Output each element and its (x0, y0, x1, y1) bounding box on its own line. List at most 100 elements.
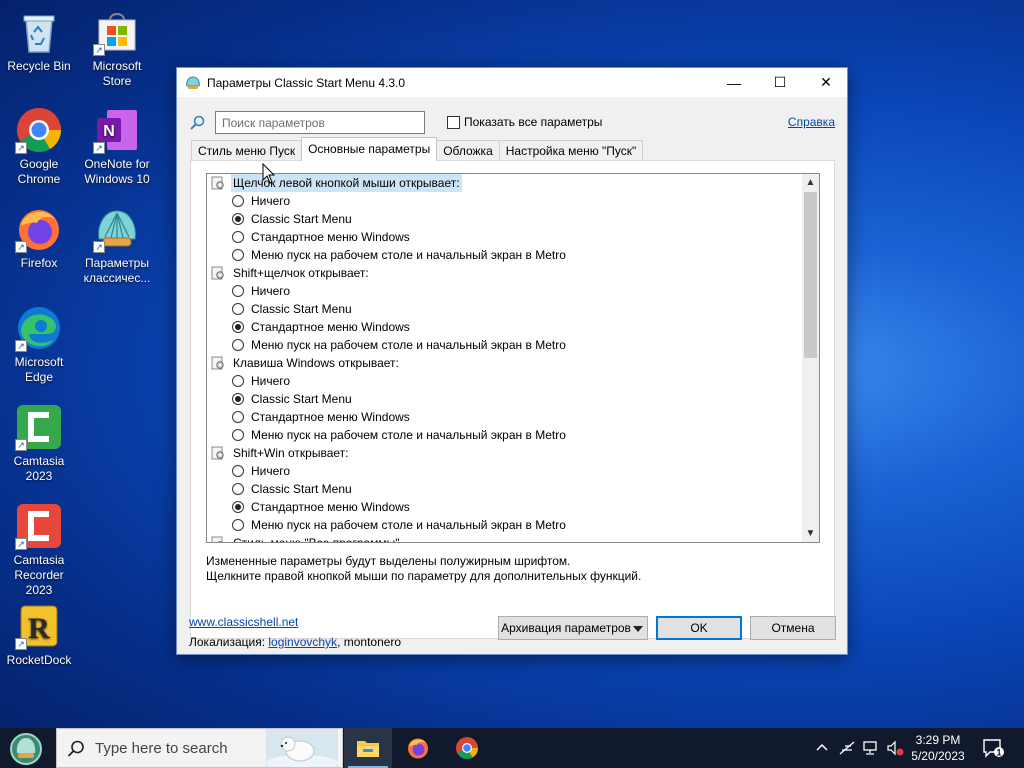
show-all-checkbox[interactable] (447, 116, 460, 129)
chevron-up-icon[interactable] (815, 740, 829, 757)
website-link[interactable]: www.classicshell.net (189, 615, 298, 629)
close-icon: ✕ (820, 74, 832, 90)
rocketdock-icon: R ↗ (15, 602, 63, 650)
radio-option-label: Меню пуск на рабочем столе и начальный э… (251, 338, 566, 352)
radio-button[interactable] (232, 429, 244, 441)
radio-button[interactable] (232, 465, 244, 477)
radio-button[interactable] (232, 249, 244, 261)
radio-button[interactable] (232, 231, 244, 243)
svg-text:R: R (28, 612, 50, 645)
settings-group[interactable]: Клавиша Windows открывает: (207, 354, 803, 372)
taskbar-app-file-explorer[interactable] (344, 728, 392, 768)
cancel-button[interactable]: Отмена (750, 616, 836, 640)
ok-button[interactable]: OK (656, 616, 742, 640)
notification-count: 1 (996, 748, 1001, 758)
radio-option[interactable]: Стандартное меню Windows (207, 498, 803, 516)
settings-group[interactable]: Shift+щелчок открывает: (207, 264, 803, 282)
chrome-icon (456, 737, 478, 759)
radio-option[interactable]: Меню пуск на рабочем столе и начальный э… (207, 516, 803, 534)
radio-option[interactable]: Classic Start Menu (207, 210, 803, 228)
title-bar[interactable]: Параметры Classic Start Menu 4.3.0 — ☐ ✕ (177, 68, 847, 97)
tab-basic-settings[interactable]: Основные параметры (301, 137, 438, 161)
radio-button[interactable] (232, 339, 244, 351)
radio-option-label: Стандартное меню Windows (251, 410, 410, 424)
minimize-button[interactable]: — (711, 68, 757, 97)
radio-option[interactable]: Ничего (207, 462, 803, 480)
settings-page-icon (211, 176, 225, 190)
radio-button[interactable] (232, 321, 244, 333)
radio-button[interactable] (232, 375, 244, 387)
system-clock[interactable]: 3:29 PM 5/20/2023 (902, 732, 974, 764)
notification-center-icon[interactable]: 1 (982, 738, 1004, 761)
radio-option[interactable]: Classic Start Menu (207, 300, 803, 318)
desktop-icon-label: Google Chrome (17, 157, 61, 186)
radio-option[interactable]: Меню пуск на рабочем столе и начальный э… (207, 246, 803, 264)
desktop-icon-microsoft-store[interactable]: ↗ Microsoft Store (78, 8, 156, 89)
radio-button[interactable] (232, 483, 244, 495)
show-all-label: Показать все параметры (464, 115, 603, 129)
desktop-icon-camtasia[interactable]: ↗ Camtasia 2023 (0, 403, 78, 484)
radio-option-label: Classic Start Menu (251, 212, 352, 226)
radio-option[interactable]: Стандартное меню Windows (207, 408, 803, 426)
scroll-up-icon[interactable]: ▲ (802, 174, 819, 191)
start-button[interactable] (6, 731, 46, 767)
desktop-icon-classic-shell-settings[interactable]: ↗ Параметры классичес... (78, 205, 156, 286)
desktop-icon-rocketdock[interactable]: R ↗ RocketDock (0, 602, 78, 668)
desktop-icon-camtasia-recorder[interactable]: ↗ Camtasia Recorder 2023 (0, 502, 78, 598)
search-input[interactable] (215, 111, 425, 134)
scrollbar-thumb[interactable] (804, 192, 817, 358)
close-button[interactable]: ✕ (803, 68, 849, 97)
maximize-button[interactable]: ☐ (757, 68, 803, 97)
radio-button[interactable] (232, 285, 244, 297)
radio-button[interactable] (232, 519, 244, 531)
settings-group[interactable]: Shift+Win открывает: (207, 444, 803, 462)
desktop-icon-firefox[interactable]: ↗ Firefox (0, 205, 78, 271)
radio-button[interactable] (232, 213, 244, 225)
help-link[interactable]: Справка (788, 115, 835, 129)
desktop-icon-label: Recycle Bin (7, 59, 71, 73)
taskbar-app-firefox[interactable] (394, 728, 442, 768)
desktop-icon-recycle-bin[interactable]: Recycle Bin (0, 8, 78, 74)
vertical-scrollbar[interactable]: ▲ ▼ (802, 174, 819, 542)
backup-settings-button[interactable]: Архивация параметров (498, 616, 648, 640)
ethernet-icon[interactable] (862, 740, 880, 759)
radio-option-label: Ничего (251, 464, 291, 478)
radio-option[interactable]: Стандартное меню Windows (207, 228, 803, 246)
radio-option[interactable]: Ничего (207, 192, 803, 210)
radio-option[interactable]: Меню пуск на рабочем столе и начальный э… (207, 426, 803, 444)
desktop-icon-google-chrome[interactable]: ↗ Google Chrome (0, 106, 78, 187)
radio-option-label: Меню пуск на рабочем столе и начальный э… (251, 428, 566, 442)
radio-option-label: Меню пуск на рабочем столе и начальный э… (251, 518, 566, 532)
desktop-icon-microsoft-edge[interactable]: ↗ Microsoft Edge (0, 304, 78, 385)
settings-group[interactable]: Щелчок левой кнопкой мыши открывает: (207, 174, 803, 192)
radio-option[interactable]: Ничего (207, 282, 803, 300)
onenote-icon: N ↗ (93, 106, 141, 154)
taskbar-app-chrome[interactable] (443, 728, 491, 768)
search-icon (67, 740, 85, 761)
scroll-down-icon[interactable]: ▼ (802, 525, 819, 542)
radio-option[interactable]: Classic Start Menu (207, 480, 803, 498)
desktop-icon-label: Firefox (20, 256, 58, 270)
camtasia-recorder-icon: ↗ (15, 502, 63, 550)
tab-skin[interactable]: Обложка (436, 140, 500, 161)
tab-customize-start-menu[interactable]: Настройка меню "Пуск" (498, 140, 644, 161)
tab-start-menu-style[interactable]: Стиль меню Пуск (191, 140, 303, 161)
radio-button[interactable] (232, 195, 244, 207)
settings-tree: Щелчок левой кнопкой мыши открывает: Ниче… (206, 173, 820, 543)
taskbar-search-box[interactable]: Type here to search (56, 728, 343, 768)
settings-group[interactable]: Стиль меню "Все программы" (207, 534, 803, 542)
radio-button[interactable] (232, 303, 244, 315)
radio-option[interactable]: Меню пуск на рабочем столе и начальный э… (207, 336, 803, 354)
radio-option[interactable]: Ничего (207, 372, 803, 390)
network-off-icon[interactable] (838, 740, 856, 759)
desktop-icon-onenote[interactable]: N ↗ OneNote for Windows 10 (78, 106, 156, 187)
firefox-icon (408, 738, 428, 759)
localization-author-link[interactable]: loginvovchyk (268, 635, 337, 649)
radio-button[interactable] (232, 411, 244, 423)
radio-button[interactable] (232, 393, 244, 405)
radio-option[interactable]: Classic Start Menu (207, 390, 803, 408)
search-row: Показать все параметры Справка (187, 111, 837, 135)
radio-button[interactable] (232, 501, 244, 513)
radio-option[interactable]: Стандартное меню Windows (207, 318, 803, 336)
taskbar: Type here to search 3:29 PM 5/20/2023 1 (0, 728, 1024, 768)
